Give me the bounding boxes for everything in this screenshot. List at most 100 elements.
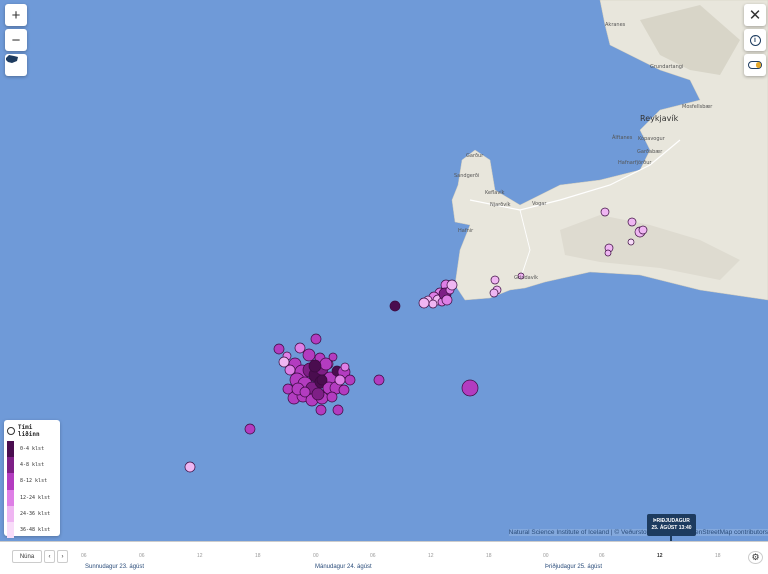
settings-button[interactable]: ⚙ (748, 551, 763, 564)
legend-item: 4-8 klst (7, 457, 57, 474)
earthquake-marker[interactable] (326, 391, 338, 403)
tick-label: 12 (657, 553, 663, 559)
tick-label: 18 (715, 553, 721, 559)
place-label: Sandgerði (454, 173, 480, 179)
place-label: Reykjavík (640, 114, 679, 123)
place-label: Njarðvík (490, 202, 511, 208)
earthquake-marker[interactable] (310, 333, 322, 345)
earthquake-marker[interactable] (373, 374, 385, 386)
legend-swatch (7, 457, 14, 474)
place-label: Keflavík (485, 190, 505, 196)
place-label: Álftanes (612, 135, 633, 141)
info-button[interactable]: i (744, 29, 766, 51)
next-button[interactable]: › (57, 550, 68, 563)
earthquake-marker[interactable] (627, 217, 637, 227)
earthquake-marker[interactable] (244, 423, 256, 435)
legend-swatch (7, 521, 14, 539)
gear-icon: ⚙ (751, 552, 760, 562)
earthquake-marker[interactable] (273, 343, 285, 355)
place-label: Grundartangi (650, 64, 684, 70)
legend-swatch (7, 489, 14, 506)
legend-swatch (7, 505, 14, 522)
iceland-map-button[interactable] (5, 54, 27, 76)
map-area[interactable]: Akranes Grundartangi Mosfellsbær Reykjav… (0, 0, 768, 541)
map-attribution[interactable]: Natural Science Institute of Iceland | ©… (508, 529, 768, 536)
legend-item: 12-24 klst (7, 489, 57, 506)
timeline-bar: Núna ‹ › 06 06 12 18 00 06 12 18 00 06 1… (0, 541, 768, 573)
layer-toggle-button[interactable] (744, 54, 766, 76)
now-button[interactable]: Núna (12, 550, 42, 563)
tick-label: 00 (313, 553, 319, 559)
place-label: Hafnarfjörður (618, 160, 652, 166)
earthquake-marker[interactable] (441, 294, 453, 306)
tick-label: 18 (255, 553, 261, 559)
place-label: Garður (466, 153, 484, 159)
tick-label: 12 (197, 553, 203, 559)
earthquake-marker[interactable] (600, 207, 610, 217)
close-icon: ✕ (748, 7, 762, 24)
previous-button[interactable]: ‹ (44, 550, 55, 563)
tick-label: 18 (486, 553, 492, 559)
chevron-left-icon: ‹ (48, 553, 51, 560)
earthquake-marker[interactable] (282, 383, 294, 395)
day-label: Mánudagur 24. ágúst (315, 564, 372, 570)
tick-label: 06 (370, 553, 376, 559)
timeline-cursor-label[interactable]: ÞRIÐJUDAGUR 25. ÁGÚST 13:40 (647, 514, 696, 536)
earthquake-marker[interactable] (389, 300, 401, 312)
earthquake-marker[interactable] (446, 279, 458, 291)
earthquake-marker[interactable] (334, 374, 346, 386)
map-canvas (184, 0, 768, 473)
earthquake-marker[interactable] (184, 461, 196, 473)
earthquake-marker[interactable] (638, 225, 648, 235)
place-label: Hafnir (458, 228, 474, 234)
earthquake-marker[interactable] (340, 362, 350, 372)
earthquake-marker[interactable] (302, 348, 316, 362)
zoom-out-button[interactable]: − (5, 29, 27, 51)
earthquake-marker[interactable] (294, 342, 306, 354)
tick-label: 00 (543, 553, 549, 559)
legend-swatch (7, 441, 14, 458)
earthquake-marker[interactable] (338, 384, 350, 396)
earthquake-marker[interactable] (461, 379, 479, 397)
earthquake-marker[interactable] (328, 352, 338, 362)
earthquake-marker[interactable] (299, 386, 311, 398)
earthquake-marker[interactable] (428, 299, 438, 309)
clock-icon (7, 427, 15, 435)
place-label: Grindavík (514, 275, 538, 281)
place-label: Mosfellsbær (682, 104, 713, 110)
legend-swatch (7, 473, 14, 490)
earthquake-marker[interactable] (627, 238, 635, 246)
toggle-icon (748, 61, 762, 69)
earthquake-marker[interactable] (489, 288, 499, 298)
earthquake-marker[interactable] (315, 404, 327, 416)
place-label: Vogar (532, 201, 547, 207)
place-label: Akranes (605, 22, 626, 28)
chevron-right-icon: › (61, 553, 64, 560)
legend-item: 0-4 klst (7, 441, 57, 458)
close-button[interactable]: ✕ (744, 4, 766, 26)
legend-item: 24-36 klst (7, 505, 57, 522)
day-label: Sunnudagur 23. ágúst (85, 564, 145, 570)
earthquake-marker[interactable] (308, 359, 322, 373)
legend-title: Tími liðinn (7, 424, 57, 438)
earthquake-marker[interactable] (278, 356, 290, 368)
zoom-in-button[interactable]: + (5, 4, 27, 26)
info-icon: i (749, 34, 761, 46)
earthquake-marker[interactable] (490, 275, 500, 285)
legend: Tími liðinn 0-4 klst 4-8 klst 8-12 klst … (4, 420, 60, 539)
earthquake-marker[interactable] (418, 297, 430, 309)
tick-label: 06 (599, 553, 605, 559)
earthquake-marker[interactable] (604, 249, 612, 257)
earthquake-marker[interactable] (311, 387, 325, 401)
earthquake-marker[interactable] (332, 404, 344, 416)
iceland-icon (6, 55, 18, 63)
legend-item: 8-12 klst (7, 473, 57, 490)
earthquake-marker[interactable] (316, 374, 328, 386)
tick-label: 06 (81, 553, 87, 559)
earthquake-marker[interactable] (344, 374, 356, 386)
tick-label: 12 (428, 553, 434, 559)
legend-item: 36-48 klst (7, 521, 57, 539)
tick-label: 06 (139, 553, 145, 559)
place-label: Kópavogur (638, 136, 665, 142)
timeline-ruler[interactable]: 06 06 12 18 00 06 12 18 00 06 12 18 Sunn… (80, 549, 745, 574)
